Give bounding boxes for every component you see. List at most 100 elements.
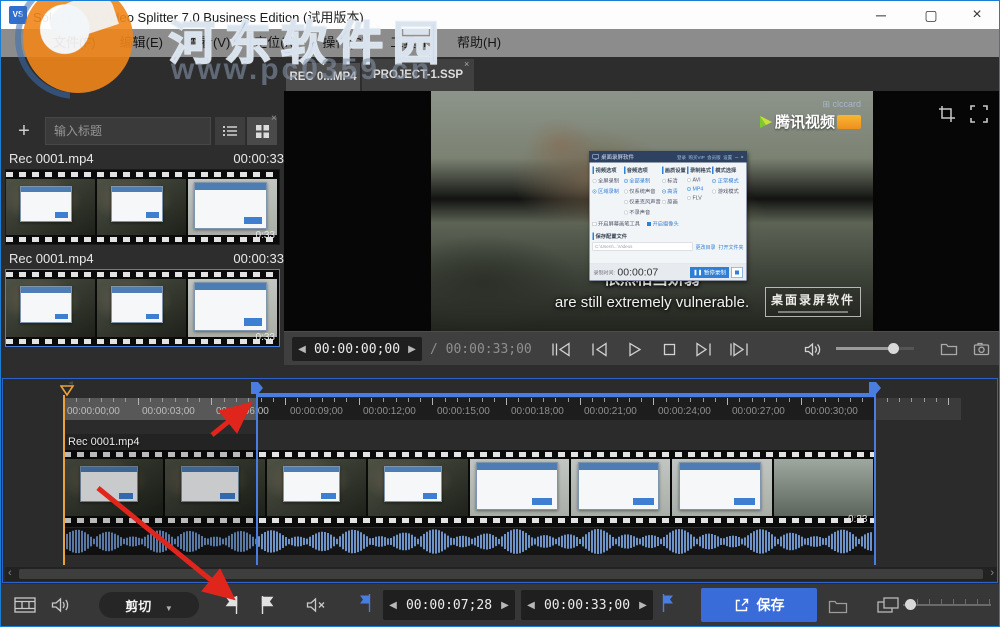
playhead-line[interactable] bbox=[63, 395, 65, 565]
ruler-tick bbox=[703, 398, 704, 402]
app-icon: VS bbox=[9, 6, 27, 24]
ruler-tick bbox=[125, 398, 126, 402]
set-left-marker-button[interactable] bbox=[215, 590, 247, 620]
storyboard-icon[interactable] bbox=[9, 590, 41, 620]
set-right-marker-button[interactable] bbox=[251, 590, 283, 620]
end-time-decrease[interactable]: ◀ bbox=[521, 600, 541, 611]
scroll-left-icon[interactable]: ‹ bbox=[8, 567, 12, 580]
ruler-label: 00:00:03;00 bbox=[142, 406, 195, 417]
start-time-increase[interactable]: ▶ bbox=[495, 600, 515, 611]
fragment-start-line[interactable] bbox=[256, 393, 258, 565]
ruler-tick bbox=[568, 398, 569, 402]
menu-operations[interactable]: 操作(C) bbox=[310, 29, 378, 57]
thumbnail-dialog bbox=[111, 186, 163, 222]
ruler-tick bbox=[653, 398, 654, 405]
scroll-right-icon[interactable]: › bbox=[990, 567, 994, 580]
zoom-fit-icon[interactable] bbox=[877, 597, 901, 615]
ruler-tick bbox=[334, 398, 335, 402]
menu-tools[interactable]: 工具(T) bbox=[378, 29, 445, 57]
panel-close-icon[interactable]: × bbox=[271, 113, 277, 124]
fullscreen-icon[interactable] bbox=[966, 101, 992, 127]
scrollbar-thumb[interactable] bbox=[19, 569, 983, 579]
prev-frame-button[interactable] bbox=[584, 338, 614, 360]
timeline-zoom-slider[interactable] bbox=[903, 604, 991, 606]
crop-icon[interactable] bbox=[934, 101, 960, 127]
open-folder-icon[interactable] bbox=[936, 338, 962, 360]
volume-icon[interactable] bbox=[800, 338, 826, 360]
bin-clip-1-filmstrip[interactable]: 0:33 bbox=[5, 169, 280, 245]
menu-edit[interactable]: 编辑(E) bbox=[108, 29, 175, 57]
fragment-end-line[interactable] bbox=[874, 393, 876, 565]
thumbnail-frame bbox=[6, 279, 97, 337]
mute-fragment-icon[interactable] bbox=[299, 590, 333, 620]
tab-rec-mp4[interactable]: REC 0...MP4 bbox=[286, 63, 360, 91]
section-format: 录制格式 bbox=[687, 167, 711, 175]
snapshot-icon[interactable] bbox=[968, 338, 994, 360]
tencent-badge bbox=[837, 115, 861, 129]
save-button[interactable]: 保存 bbox=[701, 588, 817, 622]
menu-bar: 文件(F) 编辑(E) 查看(V) 定位(N) 操作(C) 工具(T) 帮助(H… bbox=[1, 29, 999, 57]
ruler-tick bbox=[899, 398, 900, 402]
ruler-tick bbox=[936, 398, 937, 402]
menu-view[interactable]: 查看(V) bbox=[175, 29, 242, 57]
zoom-slider-thumb[interactable] bbox=[905, 599, 916, 610]
ruler-label: 00:00:15;00 bbox=[437, 406, 490, 417]
next-keyframe-button[interactable] bbox=[724, 338, 754, 360]
option-label: 仅系统声音 bbox=[629, 188, 655, 196]
next-frame-button[interactable] bbox=[688, 338, 718, 360]
option-label: 仅麦克风声音 bbox=[629, 198, 661, 206]
option-label: FLV bbox=[693, 195, 702, 201]
menu-help[interactable]: 帮助(H) bbox=[445, 29, 513, 57]
list-view-button[interactable] bbox=[215, 117, 245, 145]
ruler-tick bbox=[371, 398, 372, 402]
maximize-button[interactable]: ▢ bbox=[909, 1, 953, 29]
video-watermarks: ⊞ clccard 腾讯视频 bbox=[758, 99, 861, 132]
minimize-button[interactable]: ─ bbox=[859, 1, 903, 29]
audio-track-icon[interactable] bbox=[45, 590, 77, 620]
clip-name: Rec 0001.mp4 bbox=[9, 151, 94, 166]
title-bar: VS SolveigMM Video Splitter 7.0 Business… bbox=[1, 1, 999, 29]
media-bin-panel: + × Rec 0001.mp4 00:00:33 0:33 Rec 0001. bbox=[1, 57, 284, 378]
volume-slider[interactable] bbox=[836, 347, 914, 350]
menu-file[interactable]: 文件(F) bbox=[41, 29, 108, 57]
output-folder-icon[interactable] bbox=[823, 592, 853, 620]
transport-bar: ◀ 00:00:00;00 ▶ / 00:00:33;00 bbox=[284, 331, 999, 365]
chevron-down-icon: ▼ bbox=[165, 604, 173, 613]
timeline-scrollbar[interactable]: ‹ › bbox=[5, 567, 997, 581]
mode-dropdown[interactable]: 剪切 ▼ bbox=[99, 592, 199, 618]
video-user-watermark: ⊞ clccard bbox=[758, 99, 861, 110]
ruler-tick bbox=[432, 398, 433, 405]
play-button[interactable] bbox=[620, 338, 650, 360]
timeline-clip[interactable]: Rec 0001.mp4 0:33 bbox=[64, 434, 875, 555]
time-step-back[interactable]: ◀ bbox=[292, 344, 312, 355]
fragment-selection-bar[interactable] bbox=[257, 393, 875, 397]
stop-button[interactable] bbox=[654, 338, 684, 360]
ruler-tick bbox=[322, 398, 323, 402]
user-watermark-text: clccard bbox=[832, 99, 861, 109]
end-time-increase[interactable]: ▶ bbox=[633, 600, 653, 611]
recorder-close-icon: × bbox=[741, 155, 744, 160]
bin-clip-1-header[interactable]: Rec 0001.mp4 00:00:33 bbox=[9, 151, 284, 166]
ruler-tick bbox=[420, 398, 421, 402]
tab-project[interactable]: PROJECT-1.SSP bbox=[362, 59, 474, 91]
option-label: 全屏录制 bbox=[598, 177, 619, 185]
recorder-watermark-text: 桌面录屏软件 bbox=[766, 291, 860, 308]
volume-slider-thumb[interactable] bbox=[888, 343, 899, 354]
time-step-forward[interactable]: ▶ bbox=[402, 344, 422, 355]
start-time-decrease[interactable]: ◀ bbox=[383, 600, 403, 611]
save-label: 保存 bbox=[757, 595, 785, 615]
ruler-tick bbox=[801, 398, 802, 405]
tab-close-icon[interactable]: × bbox=[464, 59, 469, 69]
prev-keyframe-button[interactable] bbox=[546, 338, 576, 360]
close-button[interactable]: × bbox=[955, 1, 999, 29]
search-input[interactable] bbox=[46, 124, 217, 138]
ruler-tick bbox=[175, 398, 176, 402]
option-label: 开启摄像头 bbox=[653, 220, 679, 228]
timeline-ruler[interactable]: 00:00:00;00 00:00:03;00 00:00:06;00 00:0… bbox=[3, 398, 998, 420]
tab-bar: REC 0...MP4 PROJECT-1.SSP × bbox=[284, 57, 999, 91]
option-label: 全部录制 bbox=[629, 177, 650, 185]
add-media-button[interactable]: + bbox=[7, 117, 41, 145]
bin-clip-2-header[interactable]: Rec 0001.mp4 00:00:33 bbox=[9, 251, 284, 266]
menu-navigate[interactable]: 定位(N) bbox=[242, 29, 310, 57]
bin-clip-2-filmstrip[interactable]: 0:33 bbox=[5, 269, 280, 347]
